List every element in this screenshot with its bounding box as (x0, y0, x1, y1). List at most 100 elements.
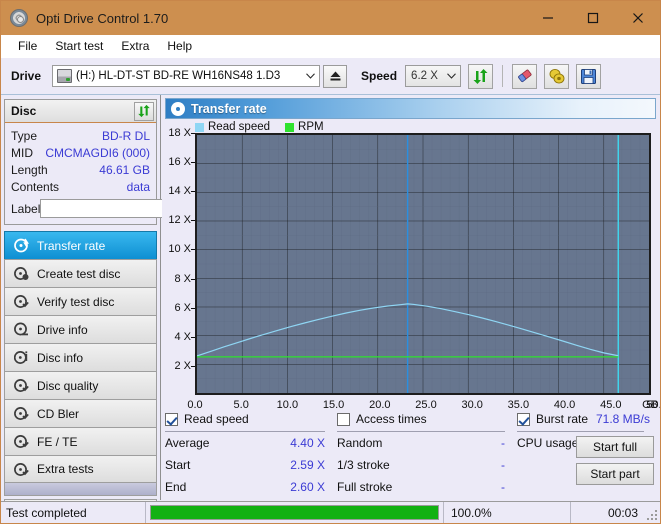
access-times-column: Access times Random - 1/3 stroke - Full … (337, 410, 517, 498)
stat-key: CPU usage (517, 436, 579, 450)
chart-y-tick-label: 16 X (168, 156, 191, 169)
sidebar-item-label: Create test disc (37, 266, 121, 281)
stat-value: 4.40 X (290, 436, 325, 450)
sidebar-item-extra-tests[interactable]: Extra tests (4, 455, 157, 483)
disc-check-icon (13, 294, 30, 310)
panel-header: Transfer rate (165, 98, 656, 119)
menu-item-help[interactable]: Help (158, 37, 201, 55)
page-title: Transfer rate (191, 101, 267, 116)
burst-rate-checkbox-row[interactable]: Burst rate 71.8 MB/s (517, 410, 656, 428)
read-speed-checkbox[interactable] (165, 412, 178, 426)
erase-button[interactable] (512, 63, 538, 89)
burst-rate-label: Burst rate (536, 412, 589, 426)
speed-select[interactable]: 6.2 X (405, 65, 462, 87)
disc-row-key: Length (11, 162, 48, 177)
stat-key: Start (165, 458, 191, 472)
sidebar-item-disc-quality[interactable]: Disc quality (4, 371, 157, 399)
disc-refresh-button[interactable] (134, 101, 154, 121)
stat-key: Random (337, 436, 383, 450)
stat-row-third-stroke: 1/3 stroke - (337, 454, 517, 476)
sidebar-item-verify-test-disc[interactable]: Verify test disc (4, 287, 157, 315)
refresh-icon (473, 68, 488, 84)
burst-rate-column: Burst rate 71.8 MB/s CPU usage 2 % Start… (517, 410, 656, 498)
disc-label-key: Label (11, 201, 41, 216)
disc-row-type: Type BD-R DL (11, 127, 150, 144)
drive-icon (57, 69, 73, 83)
progress-bar (150, 505, 439, 520)
chart-y-axis: 2 X 4 X 6 X 8 X 10 X 12 X 14 X 16 X 18 X (165, 127, 195, 395)
resize-grip[interactable] (645, 508, 657, 520)
stat-key: 1/3 stroke (337, 458, 390, 472)
sidebar-item-create-test-disc[interactable]: Create test disc (4, 259, 157, 287)
title-bar: Opti Drive Control 1.70 (1, 1, 660, 35)
start-part-button[interactable]: Start part (576, 463, 654, 485)
menu-bar: File Start test Extra Help (1, 35, 660, 58)
stat-key: Full stroke (337, 480, 393, 494)
disc-row-value: BD-R DL (101, 128, 150, 143)
coins-icon (549, 68, 564, 84)
eject-button[interactable] (323, 64, 348, 88)
sidebar-item-cd-bler[interactable]: CD Bler (4, 399, 157, 427)
sidebar-item-label: Disc info (37, 350, 84, 365)
chart-plot-area[interactable] (195, 133, 651, 395)
disc-row-mid: MID CMCMAGDI6 (000) (11, 144, 150, 161)
sidebar-item-fe-te[interactable]: FE / TE (4, 427, 157, 455)
chart-y-tick-label: 4 X (174, 330, 191, 343)
access-times-checkbox-row[interactable]: Access times (337, 410, 517, 428)
refresh-button[interactable] (468, 63, 494, 89)
disc-write-icon (13, 266, 30, 282)
legend-swatch-rpm (285, 122, 295, 132)
progress-percent: 100.0% (443, 502, 505, 523)
sidebar-item-disc-info[interactable]: Disc info (4, 343, 157, 371)
stat-key: End (165, 480, 187, 494)
minimize-button[interactable] (525, 1, 570, 35)
menu-item-start-test[interactable]: Start test (46, 37, 112, 55)
legend-label-read-speed: Read speed (208, 121, 271, 133)
drive-select[interactable]: (H:) HL-DT-ST BD-RE WH16NS48 1.D3 (52, 65, 321, 87)
burst-rate-value: 71.8 MB/s (595, 412, 650, 426)
sidebar-item-transfer-rate[interactable]: Transfer rate (4, 231, 157, 259)
chart-y-tick-label: 12 X (168, 214, 191, 227)
drive-label: Drive (11, 69, 42, 83)
maximize-button[interactable] (570, 1, 615, 35)
start-full-label: Start full (592, 440, 637, 454)
menu-item-file[interactable]: File (9, 37, 46, 55)
stat-row-average: Average 4.40 X (165, 432, 337, 454)
sidebar-item-label: Disc quality (37, 378, 99, 393)
disc-label-row: Label (11, 198, 244, 219)
stat-key: Average (165, 436, 210, 450)
disc-box-title: Disc (11, 104, 37, 118)
sidebar-item-label: Drive info (37, 322, 88, 337)
close-button[interactable] (615, 1, 660, 35)
disc-fete-icon (13, 434, 30, 450)
start-buttons: Start full Start part (576, 436, 654, 490)
chevron-down-icon (443, 66, 460, 86)
chevron-down-icon (302, 66, 319, 86)
burst-rate-checkbox[interactable] (517, 412, 530, 426)
stat-value: 2.59 X (290, 458, 325, 472)
menu-item-extra[interactable]: Extra (112, 37, 158, 55)
start-full-button[interactable]: Start full (576, 436, 654, 458)
statistics-panel: Read speed Average 4.40 X Start 2.59 X E… (165, 410, 656, 498)
bitsetting-button[interactable] (544, 63, 570, 89)
chart-y-tick-label: 10 X (168, 243, 191, 256)
stat-value: - (501, 480, 505, 494)
transfer-rate-chart: Read speed RPM 2 X 4 X 6 X 8 X 10 X 12 X 14 X 1… (165, 121, 660, 411)
stat-value: - (501, 458, 505, 472)
chart-y-tick-label: 14 X (168, 185, 191, 198)
eraser-icon (517, 69, 532, 82)
save-button[interactable] (576, 63, 602, 89)
disc-row-key: Type (11, 128, 38, 143)
disc-row-value: 46.61 GB (99, 162, 150, 177)
read-speed-checkbox-row[interactable]: Read speed (165, 410, 337, 428)
sidebar-item-drive-info[interactable]: Drive info (4, 315, 157, 343)
sidebar-item-label: FE / TE (37, 434, 78, 449)
window-controls (525, 1, 660, 35)
disc-speed-icon (171, 101, 185, 116)
progress-bar-fill (151, 506, 438, 519)
chart-y-tick-label: 8 X (174, 272, 191, 285)
stat-row-full-stroke: Full stroke - (337, 476, 517, 498)
access-times-checkbox[interactable] (337, 412, 350, 426)
access-times-label: Access times (356, 412, 427, 426)
sidebar-nav: Transfer rate Create test disc Verify te… (4, 231, 157, 483)
